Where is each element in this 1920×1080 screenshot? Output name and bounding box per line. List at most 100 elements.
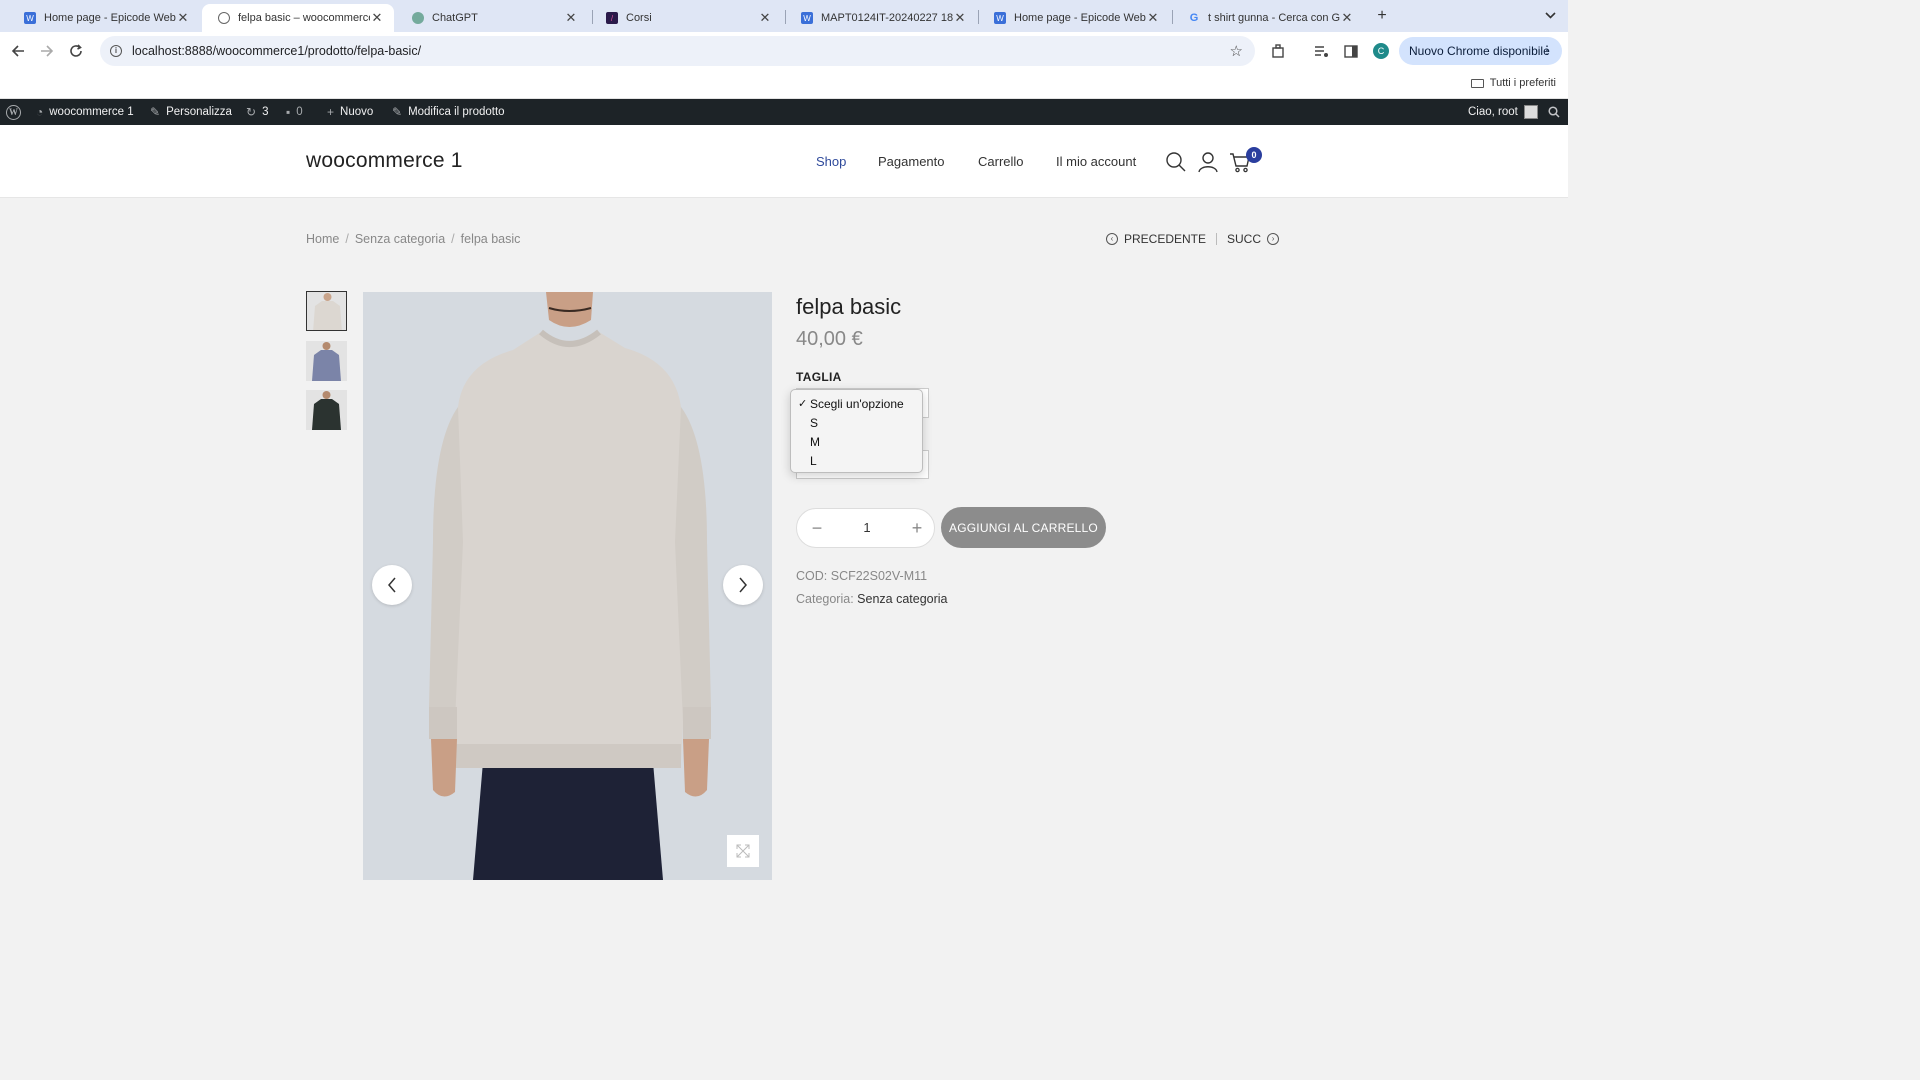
new-tab-button[interactable]: + bbox=[1372, 6, 1392, 26]
new-content-label: Nuovo bbox=[340, 106, 374, 118]
tab-chatgpt[interactable]: ChatGPT ✕ bbox=[396, 4, 588, 32]
zoom-expand-button[interactable] bbox=[727, 835, 759, 867]
wp-logo-button[interactable]: W bbox=[6, 99, 21, 125]
all-bookmarks-button[interactable]: Tutti i preferiti bbox=[1470, 77, 1556, 89]
forward-arrow-icon[interactable] bbox=[36, 40, 58, 62]
chevron-left-icon bbox=[388, 577, 396, 593]
gallery-thumbnail[interactable] bbox=[306, 341, 347, 381]
close-icon[interactable]: ✕ bbox=[370, 10, 384, 26]
side-panel-icon[interactable] bbox=[1340, 40, 1362, 62]
close-icon[interactable]: ✕ bbox=[176, 10, 190, 26]
product-category: Categoria: Senza categoria bbox=[796, 592, 948, 606]
add-to-cart-button[interactable]: AGGIUNGI AL CARRELLO bbox=[941, 507, 1106, 548]
checkmark-icon: ✓ bbox=[798, 398, 808, 410]
edit-product-label: Modifica il prodotto bbox=[408, 106, 505, 118]
breadcrumb-category[interactable]: Senza categoria bbox=[355, 232, 445, 246]
corsi-icon: / bbox=[606, 12, 618, 24]
search-icon[interactable] bbox=[1165, 151, 1187, 173]
tab-corsi[interactable]: / Corsi ✕ bbox=[590, 4, 782, 32]
greeting-label: Ciao, root bbox=[1468, 106, 1518, 118]
option-scegli[interactable]: ✓ Scegli un'opzione bbox=[791, 394, 922, 413]
address-bar[interactable]: i localhost:8888/woocommerce1/prodotto/f… bbox=[100, 36, 1255, 66]
close-icon[interactable]: ✕ bbox=[953, 10, 967, 26]
prev-product-link[interactable]: PRECEDENTE bbox=[1124, 232, 1206, 246]
option-l[interactable]: L bbox=[791, 451, 922, 470]
dashboard-icon: ◔ bbox=[36, 105, 44, 119]
cart-count-badge: 0 bbox=[1246, 147, 1262, 163]
site-info-icon[interactable]: i bbox=[110, 45, 122, 57]
tab-google[interactable]: G t shirt gunna - Cerca con Goo ✕ bbox=[1172, 4, 1364, 32]
browser-tab-strip: W Home page - Epicode WebEx ✕ felpa basi… bbox=[0, 0, 1568, 32]
tab-epicode-1[interactable]: W Home page - Epicode WebEx ✕ bbox=[8, 4, 200, 32]
gallery-next-button[interactable] bbox=[723, 565, 763, 605]
quantity-input[interactable]: 1 bbox=[847, 520, 887, 535]
bookmark-star-icon[interactable]: ☆ bbox=[1230, 42, 1243, 60]
size-attribute-label: TAGLIA bbox=[796, 370, 842, 384]
epicode-icon: W bbox=[994, 12, 1006, 24]
breadcrumb-home[interactable]: Home bbox=[306, 232, 339, 246]
category-link[interactable]: Senza categoria bbox=[857, 592, 947, 606]
minus-icon[interactable]: − bbox=[807, 519, 827, 539]
updates-icon: ↻ bbox=[246, 105, 257, 119]
avatar bbox=[1523, 105, 1538, 119]
site-title[interactable]: woocommerce 1 bbox=[306, 149, 463, 173]
extensions-icon[interactable] bbox=[1267, 40, 1289, 62]
new-content-link[interactable]: + Nuovo bbox=[327, 99, 373, 125]
chrome-update-button[interactable]: Nuovo Chrome disponibile ⋮ bbox=[1399, 37, 1562, 65]
tab-search-chevron-icon[interactable] bbox=[1540, 6, 1560, 26]
update-label: Nuovo Chrome disponibile bbox=[1409, 44, 1550, 58]
tab-felpa-basic[interactable]: felpa basic – woocommerce 1 ✕ bbox=[202, 4, 394, 32]
epicode-icon: W bbox=[24, 12, 36, 24]
quantity-stepper: − 1 + bbox=[796, 508, 935, 548]
chevron-left-icon[interactable]: ‹ bbox=[1106, 233, 1118, 245]
profile-avatar[interactable]: C bbox=[1373, 43, 1389, 59]
divider bbox=[1216, 233, 1218, 245]
tab-title: Corsi bbox=[626, 12, 652, 24]
close-icon[interactable]: ✕ bbox=[1146, 10, 1160, 26]
nav-mio-account[interactable]: Il mio account bbox=[1056, 154, 1136, 169]
product-main-image[interactable] bbox=[363, 292, 772, 880]
chevron-right-icon bbox=[739, 577, 747, 593]
tab-mapt[interactable]: W MAPT0124IT-20240227 1818 ✕ bbox=[785, 4, 977, 32]
option-label: M bbox=[810, 434, 820, 449]
updates-link[interactable]: ↻ 3 bbox=[246, 99, 268, 125]
close-icon[interactable]: ✕ bbox=[564, 10, 578, 26]
customize-link[interactable]: ✎ Personalizza bbox=[150, 99, 232, 125]
nav-carrello[interactable]: Carrello bbox=[978, 154, 1024, 169]
nav-shop[interactable]: Shop bbox=[816, 154, 846, 169]
user-icon[interactable] bbox=[1197, 151, 1219, 173]
browser-toolbar: i localhost:8888/woocommerce1/prodotto/f… bbox=[0, 32, 1568, 70]
size-options-dropdown[interactable]: ✓ Scegli un'opzione S M L bbox=[790, 389, 923, 473]
edit-product-link[interactable]: ✎ Modifica il prodotto bbox=[392, 99, 505, 125]
bookmarks-bar: Tutti i preferiti bbox=[0, 70, 1568, 99]
tab-title: MAPT0124IT-20240227 1818 bbox=[821, 12, 953, 24]
updates-count: 3 bbox=[262, 106, 269, 118]
option-m[interactable]: M bbox=[791, 432, 922, 451]
admin-site-link[interactable]: ◔ woocommerce 1 bbox=[36, 99, 134, 125]
pencil-icon: ✎ bbox=[392, 105, 403, 119]
gallery-thumbnail[interactable] bbox=[306, 390, 347, 430]
tab-epicode-2[interactable]: W Home page - Epicode WebEx ✕ bbox=[978, 4, 1170, 32]
chevron-right-icon[interactable]: › bbox=[1267, 233, 1280, 245]
gallery-prev-button[interactable] bbox=[372, 565, 412, 605]
more-vert-icon[interactable]: ⋮ bbox=[1541, 43, 1553, 57]
plus-icon: + bbox=[327, 105, 335, 119]
comments-link[interactable]: ▪ 0 bbox=[286, 99, 303, 125]
nav-pagamento[interactable]: Pagamento bbox=[878, 154, 945, 169]
plus-icon[interactable]: + bbox=[907, 519, 927, 539]
url-text: localhost:8888/woocommerce1/prodotto/fel… bbox=[132, 44, 422, 58]
reload-icon[interactable] bbox=[65, 40, 87, 62]
admin-search-icon[interactable] bbox=[1548, 99, 1560, 125]
media-control-icon[interactable] bbox=[1310, 40, 1332, 62]
next-product-link[interactable]: SUCC bbox=[1227, 232, 1261, 246]
my-account-menu[interactable]: Ciao, root bbox=[1468, 99, 1538, 125]
breadcrumb-separator: / bbox=[345, 232, 349, 246]
tab-title: Home page - Epicode WebEx bbox=[1014, 12, 1146, 24]
close-icon[interactable]: ✕ bbox=[758, 10, 772, 26]
admin-site-label: woocommerce 1 bbox=[49, 106, 134, 118]
gallery-thumbnail[interactable] bbox=[306, 291, 347, 331]
back-arrow-icon[interactable] bbox=[7, 40, 29, 62]
option-s[interactable]: S bbox=[791, 413, 922, 432]
close-icon[interactable]: ✕ bbox=[1340, 10, 1354, 26]
epicode-icon: W bbox=[801, 12, 813, 24]
